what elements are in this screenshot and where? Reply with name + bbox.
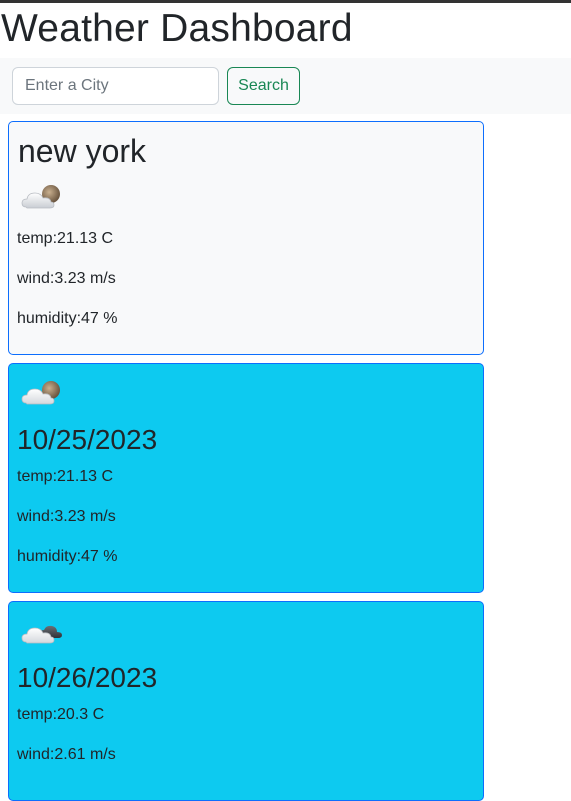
forecast-temp: temp:20.3 C: [17, 706, 105, 723]
forecast-card: 10/25/2023 temp:21.13 C wind:3.23 m/s hu…: [8, 363, 484, 593]
city-name: new york: [18, 133, 147, 169]
forecast-date: 10/26/2023: [17, 662, 158, 693]
forecast-wind: wind:2.61 m/s: [17, 746, 116, 763]
current-temp: temp:21.13 C: [17, 230, 114, 247]
forecast-card: 10/26/2023 temp:20.3 C wind:2.61 m/s: [8, 601, 484, 801]
forecast-date: 10/25/2023: [17, 424, 158, 455]
search-button[interactable]: Search: [227, 67, 300, 105]
current-wind: wind:3.23 m/s: [17, 270, 116, 287]
current-weather-card: new york temp:21.13 C wind:3.23 m/s humi…: [8, 121, 484, 355]
forecast-wind: wind:3.23 m/s: [17, 508, 116, 525]
forecast-humidity: humidity:47 %: [17, 548, 118, 565]
city-search-input[interactable]: [12, 67, 219, 105]
search-bar: Search: [0, 58, 571, 114]
partly-cloudy-night-icon: [21, 381, 60, 405]
cloudy-night-icon: [21, 625, 62, 644]
page-title: Weather Dashboard: [1, 7, 353, 50]
partly-cloudy-night-icon: [21, 185, 60, 209]
current-humidity: humidity:47 %: [17, 310, 118, 327]
top-rule: [0, 0, 571, 3]
forecast-temp: temp:21.13 C: [17, 468, 114, 485]
